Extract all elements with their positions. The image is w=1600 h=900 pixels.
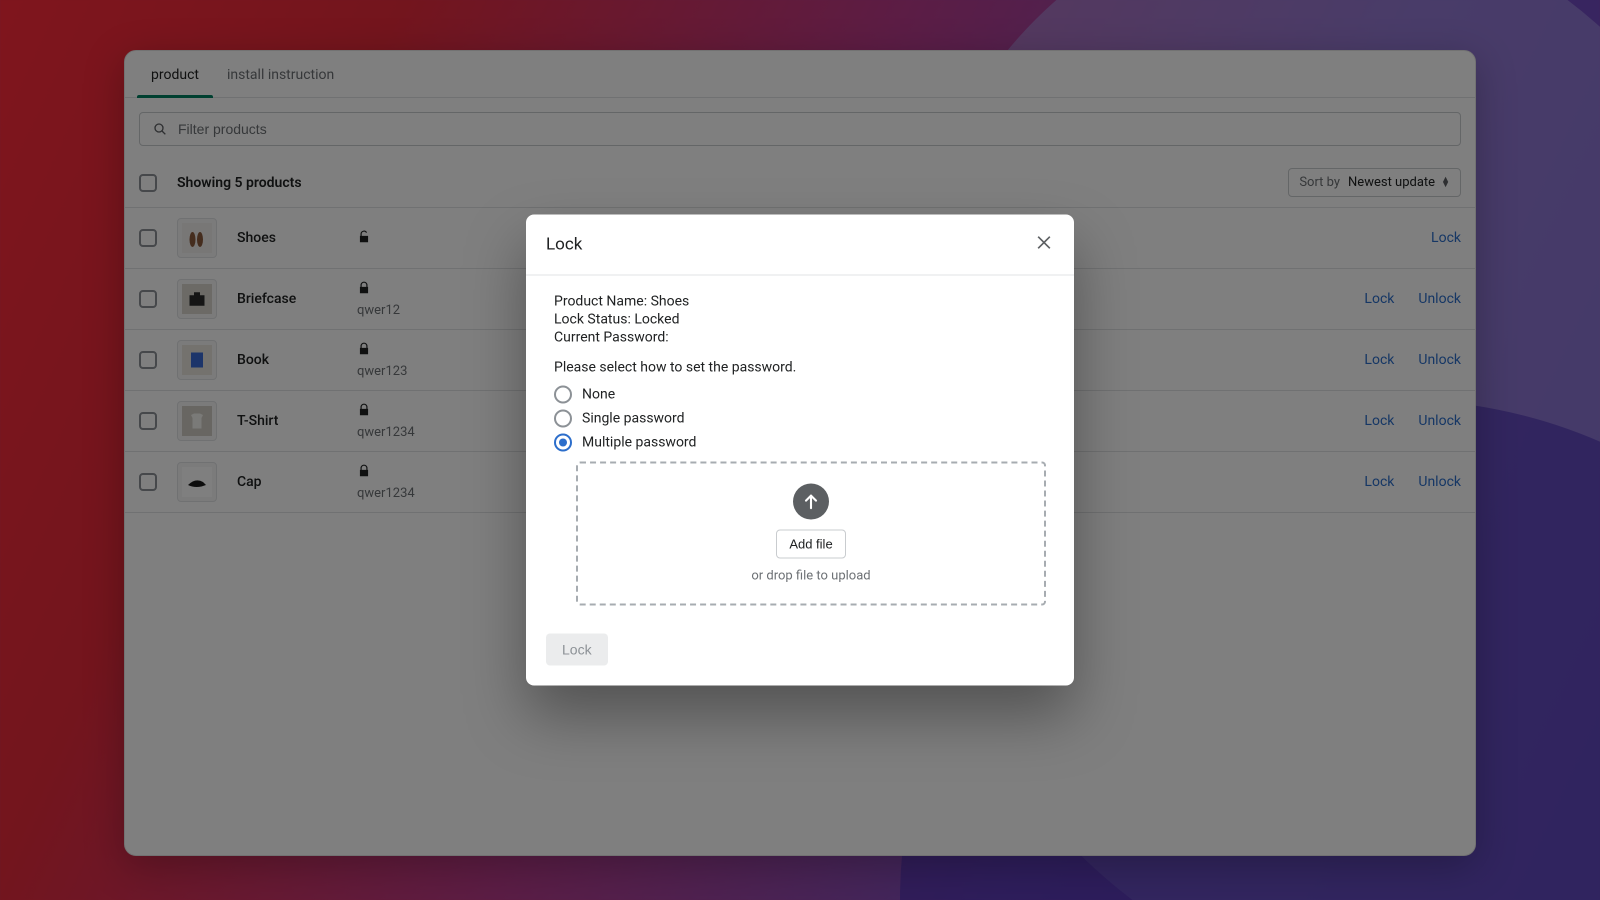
radio-none-label: None	[582, 387, 615, 403]
modal-title: Lock	[546, 235, 582, 255]
radio-multiple-input[interactable]	[554, 434, 572, 452]
lock-status-line: Lock Status: Locked	[554, 312, 1046, 328]
current-password-line: Current Password:	[554, 330, 1046, 346]
radio-single[interactable]: Single password	[554, 410, 1046, 428]
file-dropzone[interactable]: Add file or drop file to upload	[576, 462, 1046, 606]
modal-header: Lock	[526, 215, 1074, 276]
password-prompt: Please select how to set the password.	[554, 360, 1046, 376]
radio-single-label: Single password	[582, 411, 685, 427]
lock-submit-button[interactable]: Lock	[546, 634, 608, 666]
modal-close-button[interactable]	[1034, 233, 1054, 257]
radio-multiple[interactable]: Multiple password	[554, 434, 1046, 452]
drop-hint: or drop file to upload	[751, 569, 870, 584]
radio-none[interactable]: None	[554, 386, 1046, 404]
upload-icon	[793, 484, 829, 520]
radio-none-input[interactable]	[554, 386, 572, 404]
close-icon	[1034, 233, 1054, 253]
lock-modal: Lock Product Name: Shoes Lock Status: Lo…	[526, 215, 1074, 686]
modal-footer: Lock	[526, 620, 1074, 686]
modal-body: Product Name: Shoes Lock Status: Locked …	[526, 276, 1074, 620]
radio-multiple-label: Multiple password	[582, 435, 696, 451]
add-file-button[interactable]: Add file	[776, 530, 845, 559]
radio-single-input[interactable]	[554, 410, 572, 428]
product-name-line: Product Name: Shoes	[554, 294, 1046, 310]
